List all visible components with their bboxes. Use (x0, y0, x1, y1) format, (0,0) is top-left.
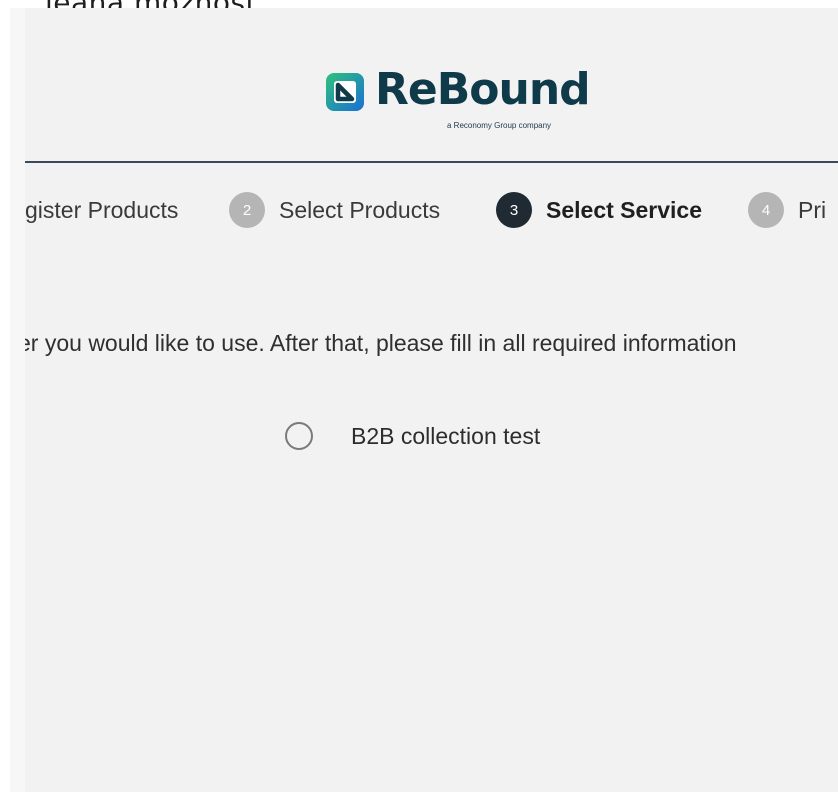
logo-wordmark: ReBound (375, 64, 591, 115)
radio-button[interactable] (285, 422, 313, 450)
step-4-number: 4 (748, 192, 784, 228)
step-3-number: 3 (496, 192, 532, 228)
step-2[interactable]: 2 Select Products (229, 186, 440, 234)
rebound-logo[interactable]: ReBound a Reconomy Group company (325, 64, 591, 138)
logo-tagline: a Reconomy Group company (447, 121, 552, 130)
step-4-label: Pri (798, 196, 827, 223)
step-3-label: Select Service (546, 196, 703, 223)
step-1[interactable]: gister Products (25, 186, 178, 234)
browser-frame: ReBound a Reconomy Group company gister … (10, 8, 838, 792)
service-option-b2b-collection[interactable]: B2B collection test (285, 413, 540, 459)
step-2-number: 2 (229, 192, 265, 228)
page-content: ReBound a Reconomy Group company gister … (25, 8, 838, 792)
service-option-label: B2B collection test (351, 422, 541, 449)
step-2-label: Select Products (279, 196, 441, 223)
step-progress-bar: gister Products 2 Select Products 3 Sele… (25, 186, 838, 234)
step-3[interactable]: 3 Select Service (496, 186, 702, 234)
step-4[interactable]: 4 Pri (748, 186, 826, 234)
instruction-text: er you would like to use. After that, pl… (25, 330, 737, 356)
header-divider (25, 161, 838, 163)
step-1-label: gister Products (25, 196, 179, 223)
frame-left-strip (10, 8, 25, 792)
rebound-logo-icon (326, 73, 364, 111)
